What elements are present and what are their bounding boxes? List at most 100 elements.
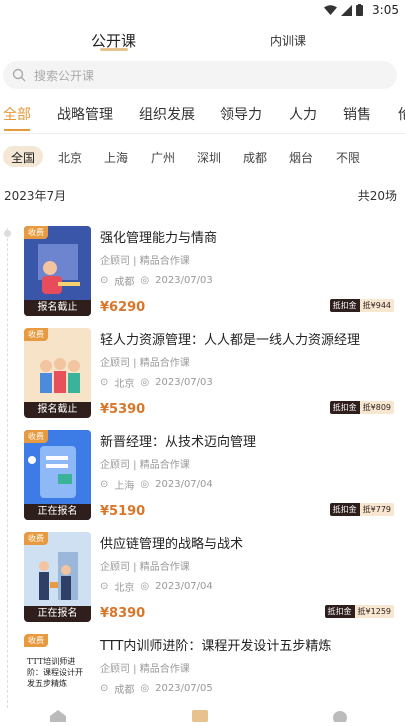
session-count: 共20场 — [357, 189, 397, 203]
course-title: 轻人力资源管理：人人都是一线人力资源经理 — [100, 333, 361, 348]
deduction-label: 抵扣金 — [329, 502, 360, 516]
city-all[interactable]: 全国 — [11, 149, 35, 166]
location-pin-icon: ⊙ — [100, 683, 109, 694]
course-thumbnail: 收费 报名截止 — [24, 328, 91, 418]
tab-internal-course[interactable]: 内训课 — [270, 32, 306, 49]
course-type: 精品合作课 — [139, 562, 190, 573]
search-placeholder: 搜索公开课 — [34, 69, 95, 83]
status-bar: 3:05 — [0, 0, 405, 22]
category-org-dev[interactable]: 组织发展 — [139, 104, 195, 124]
course-date: 2023/07/04 — [155, 479, 213, 490]
course-price: ¥6290 — [100, 300, 146, 315]
status-icons — [324, 4, 363, 16]
course-price: ¥5390 — [100, 402, 146, 417]
course-thumbnail: 收费 正在报名 — [24, 430, 91, 520]
deduction-label: 抵扣金 — [324, 604, 355, 618]
course-title: 新晋经理：从技术迈向管理 — [100, 435, 257, 450]
courses-icon[interactable] — [192, 710, 208, 722]
eye-icon: ◎ — [140, 275, 150, 286]
category-hr[interactable]: 人力 — [289, 104, 317, 124]
course-type: 精品合作课 — [139, 358, 190, 369]
fee-badge: 收费 — [24, 430, 48, 443]
course-date: 2023/07/03 — [155, 275, 213, 286]
city-shanghai[interactable]: 上海 — [104, 149, 128, 166]
course-card[interactable]: 收费 报名截止 强化管理能力与情商 企顾司 | 精品合作课 ⊙ 成都 ◎ 2023/… — [24, 226, 404, 318]
city-filter: 全国 北京 上海 广州 深圳 成都 烟台 不限 — [0, 146, 405, 168]
deduction-badge: 抵扣金 抵¥944 — [329, 298, 394, 312]
course-thumbnail: 收费 正在报名 — [24, 532, 91, 622]
search-input[interactable]: 搜索公开课 — [3, 61, 397, 89]
city-yantai[interactable]: 烟台 — [289, 149, 313, 166]
category-sales[interactable]: 销售 — [343, 104, 371, 124]
course-type: 精品合作课 — [139, 664, 190, 675]
eye-icon: ◎ — [140, 479, 150, 490]
course-price: ¥5190 — [100, 504, 146, 519]
course-card[interactable]: 收费 正在报名 供应链管理的战略与战术 企顾司 | 精品合作课 ⊙ 北京 ◎ 202… — [24, 532, 404, 624]
deduction-value: 抵¥1259 — [354, 604, 394, 618]
course-thumbnail: 收费 报名截止 — [24, 226, 91, 316]
deduction-value: 抵¥779 — [359, 502, 394, 516]
profile-icon[interactable] — [332, 710, 348, 722]
thumbnail-text: TTT培训师进阶：课程设计开发五步精炼 — [27, 657, 83, 688]
course-card[interactable]: 收费 报名截止 轻人力资源管理：人人都是一线人力资源经理 企顾司 | 精品合作课… — [24, 328, 404, 420]
course-type: 精品合作课 — [139, 460, 190, 471]
category-strategy[interactable]: 战略管理 — [57, 104, 113, 124]
city-guangzhou[interactable]: 广州 — [151, 149, 175, 166]
city-shenzhen[interactable]: 深圳 — [197, 149, 221, 166]
eye-icon: ◎ — [140, 377, 150, 388]
course-title: 强化管理能力与情商 — [100, 231, 218, 246]
city-unlimited[interactable]: 不限 — [336, 149, 360, 166]
location-pin-icon: ⊙ — [100, 581, 109, 592]
location-pin-icon: ⊙ — [100, 377, 109, 388]
city-chengdu[interactable]: 成都 — [243, 149, 267, 166]
course-city: 北京 — [114, 379, 135, 390]
home-icon[interactable] — [50, 710, 66, 722]
city-beijing[interactable]: 北京 — [58, 149, 82, 166]
course-card[interactable]: 收费 正在报名 新晋经理：从技术迈向管理 企顾司 | 精品合作课 ⊙ 上海 ◎ 20… — [24, 430, 404, 522]
course-date: 2023/07/03 — [155, 377, 213, 388]
course-meta: 企顾司 | 精品合作课 — [100, 664, 190, 675]
registration-state: 正在报名 — [24, 504, 91, 520]
course-city: 上海 — [114, 481, 135, 492]
timeline-line — [7, 228, 9, 708]
course-location: ⊙ 成都 ◎ 2023/07/03 — [100, 273, 213, 288]
course-price: ¥8390 — [100, 606, 146, 621]
location-pin-icon: ⊙ — [100, 275, 109, 286]
search-icon — [12, 68, 26, 82]
deduction-label: 抵扣金 — [329, 400, 360, 414]
category-all[interactable]: 全部 — [3, 104, 31, 124]
battery-icon — [356, 4, 363, 16]
registration-state: 报名截止 — [24, 300, 91, 316]
category-tabs: 全部 战略管理 组织发展 领导力 人力 销售 伦 — [0, 104, 405, 126]
course-meta: 企顾司 | 精品合作课 — [100, 460, 190, 471]
signal-icon — [341, 4, 352, 16]
course-city: 成都 — [114, 685, 135, 696]
course-org: 企顾司 — [100, 358, 130, 369]
category-more[interactable]: 伦 — [398, 104, 405, 124]
fee-badge: 收费 — [24, 634, 48, 647]
deduction-value: 抵¥944 — [359, 298, 394, 312]
course-meta: 企顾司 | 精品合作课 — [100, 256, 190, 267]
month-label: 2023年7月 — [4, 189, 67, 203]
course-type: 精品合作课 — [139, 256, 190, 267]
course-org: 企顾司 — [100, 664, 130, 675]
category-leadership[interactable]: 领导力 — [220, 104, 262, 124]
bottom-nav — [0, 708, 405, 722]
fee-badge: 收费 — [24, 328, 48, 341]
registration-state: 正在报名 — [24, 606, 91, 622]
course-location: ⊙ 北京 ◎ 2023/07/04 — [100, 579, 213, 594]
deduction-badge: 抵扣金 抵¥1259 — [324, 604, 394, 618]
eye-icon: ◎ — [140, 683, 150, 694]
course-type-tabs: 公开课 内训课 — [0, 26, 405, 56]
course-title: 供应链管理的战略与战术 — [100, 537, 244, 552]
divider — [0, 133, 405, 134]
course-location: ⊙ 上海 ◎ 2023/07/04 — [100, 477, 213, 492]
category-active-indicator — [4, 129, 30, 131]
course-date: 2023/07/04 — [155, 581, 213, 592]
status-time: 3:05 — [372, 3, 399, 17]
active-tab-indicator — [100, 48, 128, 51]
course-org: 企顾司 — [100, 460, 130, 471]
course-city: 北京 — [114, 583, 135, 594]
deduction-value: 抵¥809 — [359, 400, 394, 414]
course-city: 成都 — [114, 277, 135, 288]
